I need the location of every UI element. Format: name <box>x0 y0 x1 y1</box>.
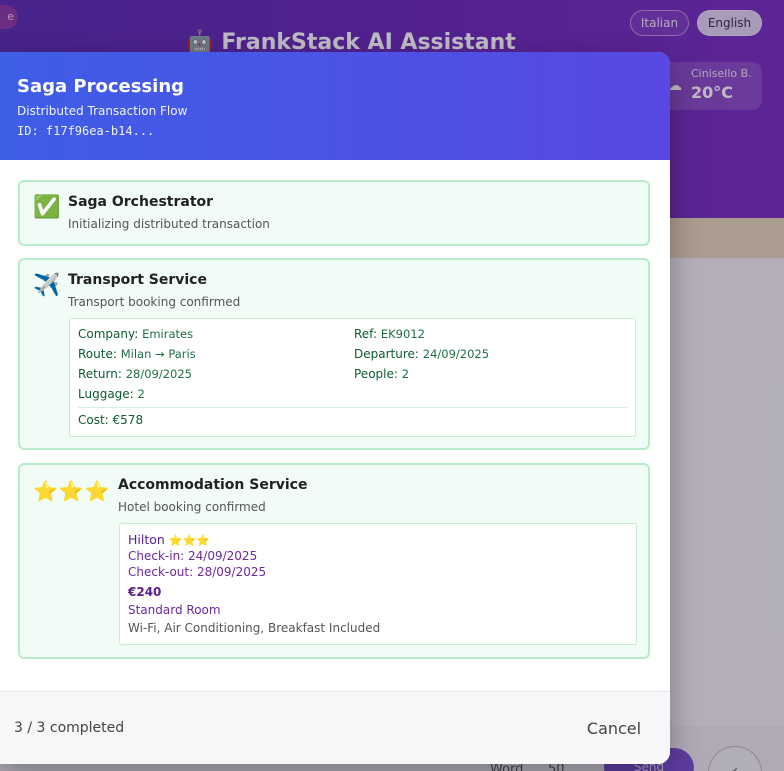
progress-status: 3 / 3 completed <box>14 720 125 736</box>
checkout-date: Check-out: 28/09/2025 <box>128 565 267 579</box>
route-field: Route: Milan → Paris <box>78 347 196 361</box>
step-description: Hotel booking confirmed <box>118 500 266 514</box>
departure-field: Departure: 24/09/2025 <box>354 347 490 361</box>
luggage-field: Luggage: 2 <box>78 387 145 401</box>
transport-details: Company: Emirates Ref: EK9012 Route: Mil… <box>69 318 636 437</box>
step-title: Accommodation Service <box>118 477 308 493</box>
step-description: Transport booking confirmed <box>68 295 241 309</box>
step-title: Saga Orchestrator <box>68 194 214 210</box>
modal-header: Saga Processing Distributed Transaction … <box>0 52 670 160</box>
step-card-orchestrator: ✅ Saga Orchestrator Initializing distrib… <box>18 180 650 246</box>
step-description: Initializing distributed transaction <box>68 217 270 231</box>
room-type: Standard Room <box>128 603 221 617</box>
hotel-rating-stars-icon: ⭐⭐⭐ <box>168 534 210 547</box>
company-field: Company: Emirates <box>78 327 194 341</box>
hotel-details: Hilton ⭐⭐⭐ Check-in: 24/09/2025 Check-ou… <box>119 523 637 645</box>
step-title: Transport Service <box>68 272 207 288</box>
hotel-price: €240 <box>128 585 162 599</box>
people-field: People: 2 <box>354 367 410 381</box>
modal-title: Saga Processing <box>17 76 185 97</box>
return-field: Return: 28/09/2025 <box>78 367 192 381</box>
divider <box>78 407 627 408</box>
cancel-button[interactable]: Cancel <box>576 712 652 744</box>
modal-subtitle: Distributed Transaction Flow <box>17 104 188 118</box>
amenities: Wi-Fi, Air Conditioning, Breakfast Inclu… <box>128 621 381 635</box>
ref-field: Ref: EK9012 <box>354 327 425 341</box>
transport-cost: Cost: €578 <box>78 413 144 427</box>
saga-modal: Saga Processing Distributed Transaction … <box>0 52 670 764</box>
hotel-name: Hilton ⭐⭐⭐ <box>128 532 210 547</box>
check-icon: ✅ <box>33 195 61 220</box>
checkin-date: Check-in: 24/09/2025 <box>128 549 258 563</box>
step-card-accommodation: ⭐⭐⭐ Accommodation Service Hotel booking … <box>18 463 650 659</box>
modal-footer: 3 / 3 completed Cancel <box>0 691 670 764</box>
three-stars-icon: ⭐⭐⭐ <box>33 479 111 503</box>
airplane-icon: ✈️ <box>33 273 61 298</box>
transaction-id: ID: f17f96ea-b14... <box>17 124 155 138</box>
step-card-transport: ✈️ Transport Service Transport booking c… <box>18 258 650 450</box>
